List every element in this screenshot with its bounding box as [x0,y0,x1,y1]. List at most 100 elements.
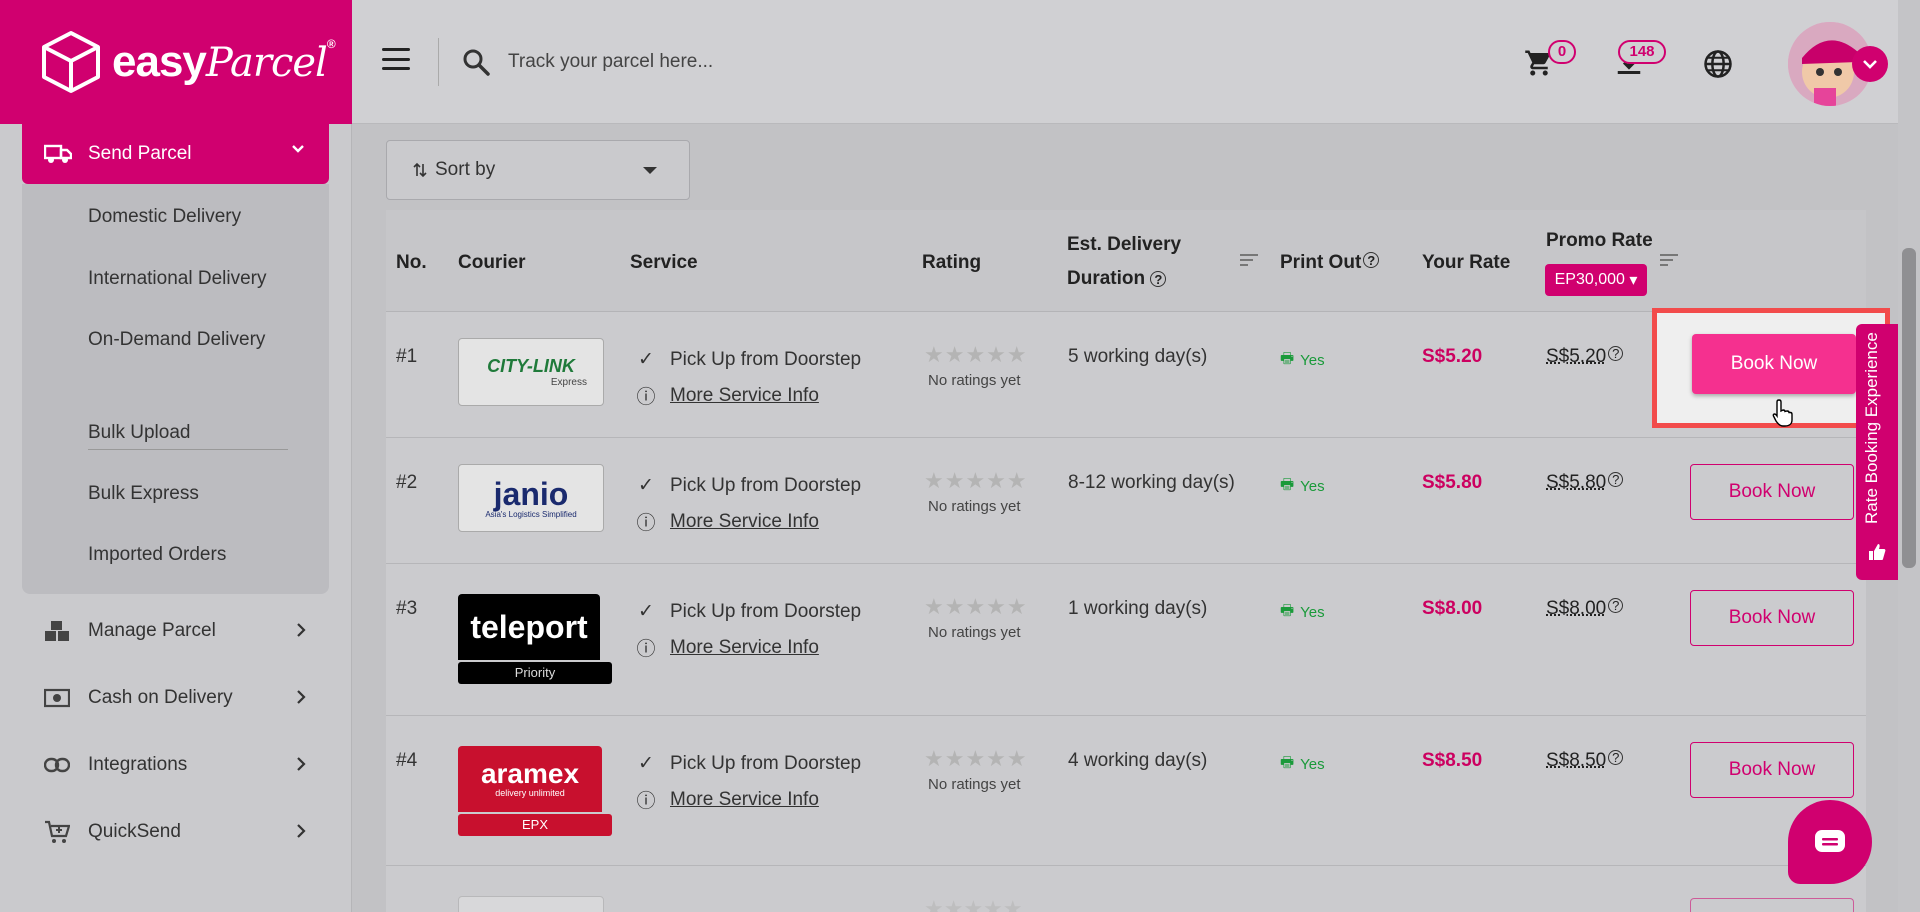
submenu-domestic-delivery[interactable]: Domestic Delivery [88,206,241,228]
aramex-courier-logo: aramex delivery unlimited EPX [458,746,614,838]
more-service-info-link[interactable]: More Service Info [670,385,819,407]
cart-count-badge: 0 [1548,40,1576,64]
globe-language-icon[interactable] [1703,49,1733,79]
sort-duration-icon[interactable] [1240,254,1258,269]
sidebar-item-quicksend[interactable]: QuickSend [44,820,306,843]
check-icon: ✓ [638,475,654,496]
rate-booking-label: Rate Booking Experience [1862,332,1881,524]
your-rate: S$8.50 [1422,750,1483,771]
rating-text: No ratings yet [928,776,1021,793]
printer-icon: 🖶 [1280,602,1295,619]
chevron-down-icon [292,145,304,153]
chevron-right-icon [297,757,306,771]
service-more-info: ⓘ More Service Info [636,634,819,661]
print-out-value: Yes [1300,756,1325,773]
book-now-button-highlighted[interactable]: Book Now [1692,334,1856,394]
sort-arrows-icon [413,162,427,178]
your-rate: S$5.80 [1422,472,1483,493]
service-more-info: ⓘ More Service Info [636,508,819,535]
easyparcel-logo[interactable]: easyParcel® [0,0,352,124]
courier-name: aramex [480,758,580,789]
service-pickup: ✓ Pick Up from Doorstep [636,752,861,775]
check-icon: ✓ [638,753,654,774]
hamburger-menu-icon[interactable] [382,48,410,70]
courier-name: CITY-LINK [487,356,575,376]
courier-subtitle: Express [550,377,587,388]
citylink-courier-logo: CITY-LINK Express [458,338,604,406]
service-label: Pick Up from Doorstep [670,474,862,496]
sidebar-item-manage-parcel[interactable]: Manage Parcel [44,620,306,642]
printer-icon: 🖶 [1280,476,1295,493]
col-no: No. [396,252,427,273]
sidebar-item-label: Send Parcel [88,143,192,164]
rating-text: No ratings yet [928,498,1021,515]
col-service: Service [630,252,698,273]
cube-logo-icon [42,31,100,93]
cash-icon [44,688,70,708]
submenu-on-demand-delivery[interactable]: On-Demand Delivery [88,329,265,351]
submenu-imported-orders[interactable]: Imported Orders [88,544,226,566]
col-courier: Courier [458,252,526,273]
caret-down-icon: ▾ [1629,272,1638,289]
promo-code-dropdown[interactable]: EP30,000 ▾ [1545,264,1647,296]
thumbs-up-icon [1869,544,1886,560]
service-label: Pick Up from Doorstep [670,600,862,622]
submenu-international-delivery[interactable]: International Delivery [88,268,266,290]
live-chat-button[interactable] [1788,800,1872,884]
sort-promo-icon[interactable] [1660,254,1678,269]
help-icon[interactable]: ? [1150,271,1167,287]
print-out-yes: 🖶 Yes [1280,474,1325,499]
promo-rate-value: S$8.00 [1546,598,1607,619]
sidebar-item-label: QuickSend [88,821,181,842]
courier-logo-placeholder [458,896,604,912]
search-icon[interactable] [462,48,490,76]
header-divider [438,38,439,86]
chat-icon [1815,830,1845,852]
promo-rate[interactable]: S$5.80? [1546,472,1624,494]
more-service-info-link[interactable]: More Service Info [670,511,819,533]
sort-by-dropdown[interactable]: Sort by [386,140,690,200]
printer-icon: 🖶 [1280,350,1295,367]
book-now-button-partial[interactable] [1690,898,1854,912]
help-icon[interactable]: ? [1363,252,1380,268]
submenu-bulk-express[interactable]: Bulk Express [88,483,199,505]
col-print-out-label: Print Out [1280,252,1362,273]
logo-text-easy: easy [112,37,207,86]
row-number: #4 [396,750,418,771]
help-icon: ? [1608,472,1624,487]
book-now-button[interactable]: Book Now [1690,464,1854,520]
promo-rate[interactable]: S$8.50? [1546,750,1624,772]
table-row: #3 teleport Priority ✓ Pick Up from Doors… [386,564,1866,716]
your-rate: S$8.00 [1422,598,1483,619]
main-content: Sort by No. Courier Service Rating Est. … [352,124,1898,912]
scrollbar-thumb[interactable] [1902,248,1916,568]
rating-text: No ratings yet [928,624,1021,641]
col-print-out: Print Out? [1280,252,1380,274]
promo-code-label: EP30,000 [1554,271,1625,288]
account-dropdown-caret[interactable] [1852,46,1888,82]
sidebar-item-integrations[interactable]: Integrations [44,754,306,776]
print-out-value: Yes [1300,352,1325,369]
link-icon [44,757,70,773]
book-now-button[interactable]: Book Now [1690,742,1854,798]
sidebar-item-cash-on-delivery[interactable]: Cash on Delivery [44,687,306,709]
promo-rate[interactable]: S$5.20? [1546,346,1624,368]
janio-courier-logo: janio Asia's Logistics Simplified [458,464,604,532]
book-now-button[interactable]: Book Now [1690,590,1854,646]
rating-stars: ★★★★★ [924,342,1028,367]
more-service-info-link[interactable]: More Service Info [670,637,819,659]
truck-icon [44,144,72,163]
promo-rate-value: S$8.50 [1546,750,1607,771]
delivery-duration: 8-12 working day(s) [1068,472,1235,493]
sidebar-item-send-parcel[interactable]: Send Parcel [22,124,329,184]
notifications-count-badge: 148 [1618,40,1666,64]
service-pickup: ✓ Pick Up from Doorstep [636,600,861,623]
more-service-info-link[interactable]: More Service Info [670,789,819,811]
info-icon: ⓘ [636,513,656,534]
submenu-bulk-upload[interactable]: Bulk Upload [88,422,190,444]
logo-text-parcel: Parcel [205,40,328,86]
promo-rate[interactable]: S$8.00? [1546,598,1624,620]
track-parcel-input[interactable] [508,44,1108,80]
rate-booking-experience-tab[interactable]: Rate Booking Experience [1856,324,1898,580]
boxes-icon [45,621,69,641]
